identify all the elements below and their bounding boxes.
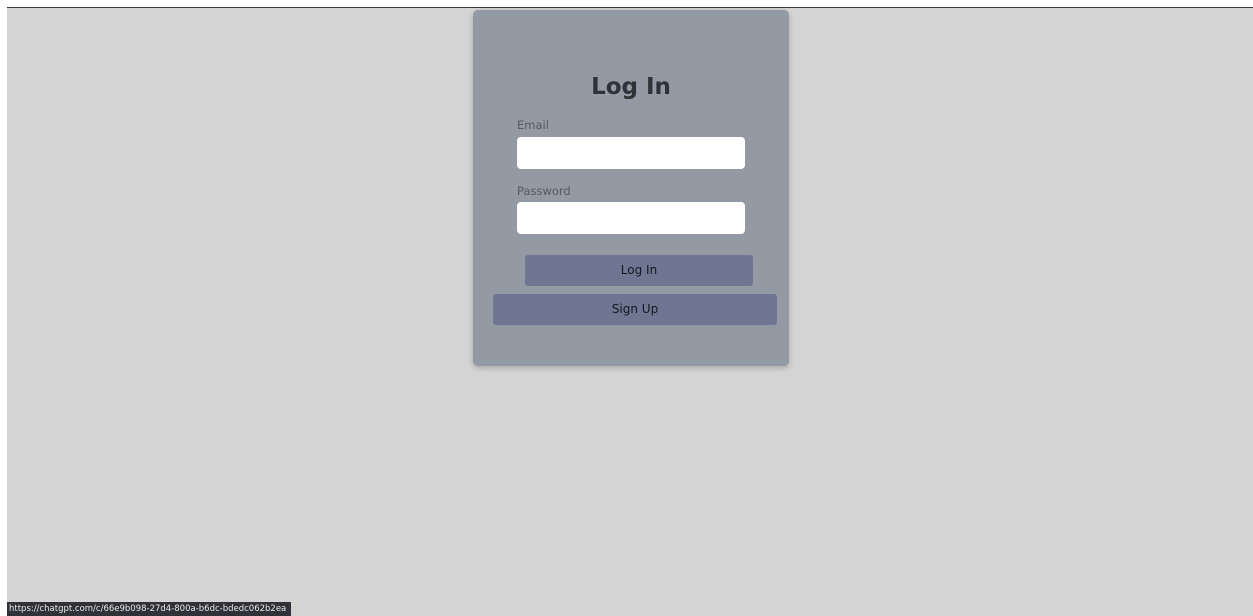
login-title: Log In — [591, 74, 671, 100]
status-bar-url: https://chatgpt.com/c/66e9b098-27d4-800a… — [7, 602, 292, 616]
password-label: Password — [517, 184, 571, 198]
login-card: Log In Email Password Log In Sign Up — [473, 10, 789, 366]
email-field[interactable] — [517, 137, 745, 169]
login-button[interactable]: Log In — [525, 255, 753, 286]
page-viewport: Log In Email Password Log In Sign Up — [7, 7, 1253, 616]
email-label: Email — [517, 118, 549, 132]
password-field[interactable] — [517, 202, 745, 234]
signup-button[interactable]: Sign Up — [493, 294, 777, 325]
